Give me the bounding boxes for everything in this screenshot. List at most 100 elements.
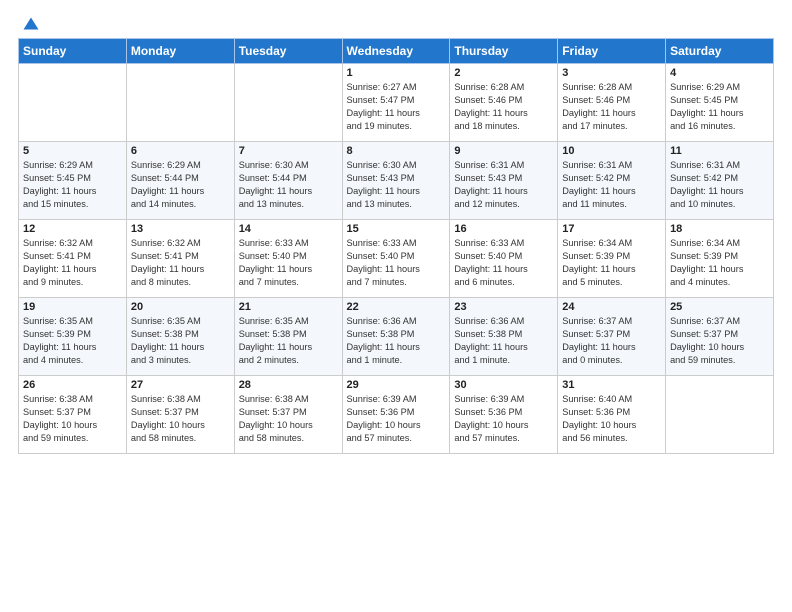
weekday-header: Tuesday [234,39,342,64]
logo-icon [22,16,40,34]
day-number: 5 [23,145,122,157]
day-info: Sunrise: 6:36 AM Sunset: 5:38 PM Dayligh… [454,315,553,367]
calendar-cell: 18 Sunrise: 6:34 AM Sunset: 5:39 PM Dayli… [666,220,774,298]
day-info: Sunrise: 6:31 AM Sunset: 5:42 PM Dayligh… [562,159,661,211]
day-info: Sunrise: 6:35 AM Sunset: 5:38 PM Dayligh… [239,315,338,367]
weekday-header: Monday [126,39,234,64]
day-number: 23 [454,301,553,313]
calendar-cell: 7Sunrise: 6:30 AM Sunset: 5:44 PM Daylig… [234,142,342,220]
day-number: 10 [562,145,661,157]
day-number: 9 [454,145,553,157]
day-info: Sunrise: 6:39 AM Sunset: 5:36 PM Dayligh… [454,393,553,445]
day-info: Sunrise: 6:33 AM Sunset: 5:40 PM Dayligh… [454,237,553,289]
day-number: 17 [562,223,661,235]
calendar-cell: 4 Sunrise: 6:29 AM Sunset: 5:45 PM Daylig… [666,64,774,142]
calendar-cell: 26 Sunrise: 6:38 AM Sunset: 5:37 PM Dayli… [19,376,127,454]
day-number: 8 [347,145,446,157]
calendar-cell: 31 Sunrise: 6:40 AM Sunset: 5:36 PM Dayli… [558,376,666,454]
day-number: 26 [23,379,122,391]
day-info: Sunrise: 6:32 AM Sunset: 5:41 PM Dayligh… [23,237,122,289]
calendar-week-row: 26 Sunrise: 6:38 AM Sunset: 5:37 PM Dayli… [19,376,774,454]
day-info: Sunrise: 6:31 AM Sunset: 5:43 PM Dayligh… [454,159,553,211]
day-info: Sunrise: 6:30 AM Sunset: 5:43 PM Dayligh… [347,159,446,211]
day-info: Sunrise: 6:29 AM Sunset: 5:44 PM Dayligh… [131,159,230,211]
calendar-cell: 25 Sunrise: 6:37 AM Sunset: 5:37 PM Dayli… [666,298,774,376]
day-number: 7 [239,145,338,157]
day-number: 24 [562,301,661,313]
day-info: Sunrise: 6:37 AM Sunset: 5:37 PM Dayligh… [562,315,661,367]
calendar-cell: 24 Sunrise: 6:37 AM Sunset: 5:37 PM Dayli… [558,298,666,376]
calendar-cell: 30 Sunrise: 6:39 AM Sunset: 5:36 PM Dayli… [450,376,558,454]
day-info: Sunrise: 6:39 AM Sunset: 5:36 PM Dayligh… [347,393,446,445]
day-number: 21 [239,301,338,313]
logo [18,16,40,30]
day-number: 1 [347,67,446,79]
day-info: Sunrise: 6:35 AM Sunset: 5:38 PM Dayligh… [131,315,230,367]
calendar-week-row: 12 Sunrise: 6:32 AM Sunset: 5:41 PM Dayli… [19,220,774,298]
day-number: 27 [131,379,230,391]
weekday-header: Thursday [450,39,558,64]
day-number: 12 [23,223,122,235]
page: SundayMondayTuesdayWednesdayThursdayFrid… [0,0,792,612]
calendar-cell [666,376,774,454]
day-info: Sunrise: 6:33 AM Sunset: 5:40 PM Dayligh… [239,237,338,289]
day-info: Sunrise: 6:28 AM Sunset: 5:46 PM Dayligh… [454,81,553,133]
day-info: Sunrise: 6:34 AM Sunset: 5:39 PM Dayligh… [562,237,661,289]
calendar-week-row: 5Sunrise: 6:29 AM Sunset: 5:45 PM Daylig… [19,142,774,220]
day-number: 22 [347,301,446,313]
calendar-cell: 15Sunrise: 6:33 AM Sunset: 5:40 PM Dayli… [342,220,450,298]
day-info: Sunrise: 6:36 AM Sunset: 5:38 PM Dayligh… [347,315,446,367]
day-number: 6 [131,145,230,157]
day-info: Sunrise: 6:38 AM Sunset: 5:37 PM Dayligh… [23,393,122,445]
calendar-week-row: 19Sunrise: 6:35 AM Sunset: 5:39 PM Dayli… [19,298,774,376]
day-number: 11 [670,145,769,157]
day-number: 20 [131,301,230,313]
calendar-cell: 11 Sunrise: 6:31 AM Sunset: 5:42 PM Dayli… [666,142,774,220]
weekday-header: Saturday [666,39,774,64]
day-number: 31 [562,379,661,391]
calendar-cell: 27 Sunrise: 6:38 AM Sunset: 5:37 PM Dayli… [126,376,234,454]
day-info: Sunrise: 6:32 AM Sunset: 5:41 PM Dayligh… [131,237,230,289]
calendar-cell: 6 Sunrise: 6:29 AM Sunset: 5:44 PM Daylig… [126,142,234,220]
calendar-cell [234,64,342,142]
day-number: 28 [239,379,338,391]
day-info: Sunrise: 6:27 AM Sunset: 5:47 PM Dayligh… [347,81,446,133]
day-number: 18 [670,223,769,235]
weekday-header: Sunday [19,39,127,64]
day-info: Sunrise: 6:38 AM Sunset: 5:37 PM Dayligh… [131,393,230,445]
day-info: Sunrise: 6:38 AM Sunset: 5:37 PM Dayligh… [239,393,338,445]
calendar-cell: 1 Sunrise: 6:27 AM Sunset: 5:47 PM Daylig… [342,64,450,142]
day-number: 13 [131,223,230,235]
calendar-cell: 29 Sunrise: 6:39 AM Sunset: 5:36 PM Dayli… [342,376,450,454]
calendar-cell: 9 Sunrise: 6:31 AM Sunset: 5:43 PM Daylig… [450,142,558,220]
calendar-cell: 21 Sunrise: 6:35 AM Sunset: 5:38 PM Dayli… [234,298,342,376]
weekday-header-row: SundayMondayTuesdayWednesdayThursdayFrid… [19,39,774,64]
day-info: Sunrise: 6:31 AM Sunset: 5:42 PM Dayligh… [670,159,769,211]
day-number: 14 [239,223,338,235]
calendar-cell: 3 Sunrise: 6:28 AM Sunset: 5:46 PM Daylig… [558,64,666,142]
calendar-cell: 13 Sunrise: 6:32 AM Sunset: 5:41 PM Dayli… [126,220,234,298]
day-info: Sunrise: 6:40 AM Sunset: 5:36 PM Dayligh… [562,393,661,445]
calendar-cell: 12 Sunrise: 6:32 AM Sunset: 5:41 PM Dayli… [19,220,127,298]
calendar-cell [126,64,234,142]
calendar-cell: 23 Sunrise: 6:36 AM Sunset: 5:38 PM Dayli… [450,298,558,376]
header [18,16,774,30]
day-number: 29 [347,379,446,391]
day-info: Sunrise: 6:37 AM Sunset: 5:37 PM Dayligh… [670,315,769,367]
day-info: Sunrise: 6:34 AM Sunset: 5:39 PM Dayligh… [670,237,769,289]
day-info: Sunrise: 6:28 AM Sunset: 5:46 PM Dayligh… [562,81,661,133]
day-number: 30 [454,379,553,391]
day-number: 25 [670,301,769,313]
weekday-header: Friday [558,39,666,64]
day-number: 3 [562,67,661,79]
calendar-table: SundayMondayTuesdayWednesdayThursdayFrid… [18,38,774,454]
day-number: 16 [454,223,553,235]
day-number: 2 [454,67,553,79]
day-number: 4 [670,67,769,79]
day-info: Sunrise: 6:29 AM Sunset: 5:45 PM Dayligh… [670,81,769,133]
day-info: Sunrise: 6:33 AM Sunset: 5:40 PM Dayligh… [347,237,446,289]
calendar-cell: 17 Sunrise: 6:34 AM Sunset: 5:39 PM Dayli… [558,220,666,298]
calendar-cell: 22 Sunrise: 6:36 AM Sunset: 5:38 PM Dayli… [342,298,450,376]
weekday-header: Wednesday [342,39,450,64]
calendar-week-row: 1 Sunrise: 6:27 AM Sunset: 5:47 PM Daylig… [19,64,774,142]
